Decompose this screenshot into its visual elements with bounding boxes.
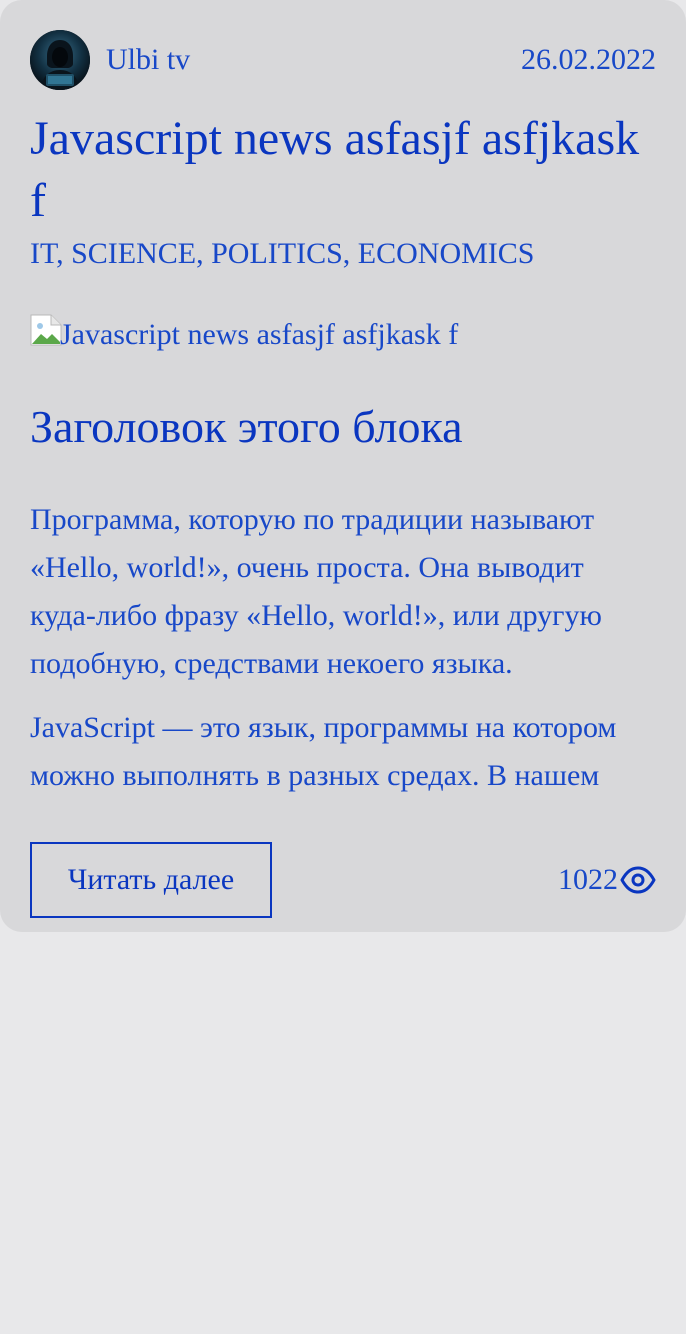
article-footer: Читать далее 1022 (30, 842, 656, 918)
block-paragraph: Программа, которую по традиции называют … (30, 503, 602, 680)
author-name[interactable]: Ulbi tv (106, 43, 190, 77)
views-count: 1022 (558, 863, 618, 896)
article-image: Javascript news asfasjf asfjkask f (30, 314, 656, 356)
views-counter: 1022 (558, 863, 656, 897)
hacker-avatar-icon (30, 30, 90, 90)
article-tags: IT, SCIENCE, POLITICS, ECONOMICS (30, 237, 535, 270)
article-date: 26.02.2022 (521, 43, 656, 76)
article-header: Ulbi tv 26.02.2022 (30, 30, 656, 90)
broken-image-icon (30, 314, 62, 346)
block-title: Заголовок этого блока (30, 401, 463, 452)
read-more-button[interactable]: Читать далее (30, 842, 272, 918)
article-title: Javascript news asfasjf asfjkask f (30, 112, 640, 227)
author: Ulbi tv (30, 30, 190, 90)
block-paragraph: JavaScript — это язык, программы на кото… (30, 711, 617, 792)
article-card: Ulbi tv 26.02.2022 Javascript news asfas… (0, 0, 686, 932)
image-alt-text: Javascript news asfasjf asfjkask f (60, 318, 459, 351)
eye-icon (620, 865, 656, 895)
